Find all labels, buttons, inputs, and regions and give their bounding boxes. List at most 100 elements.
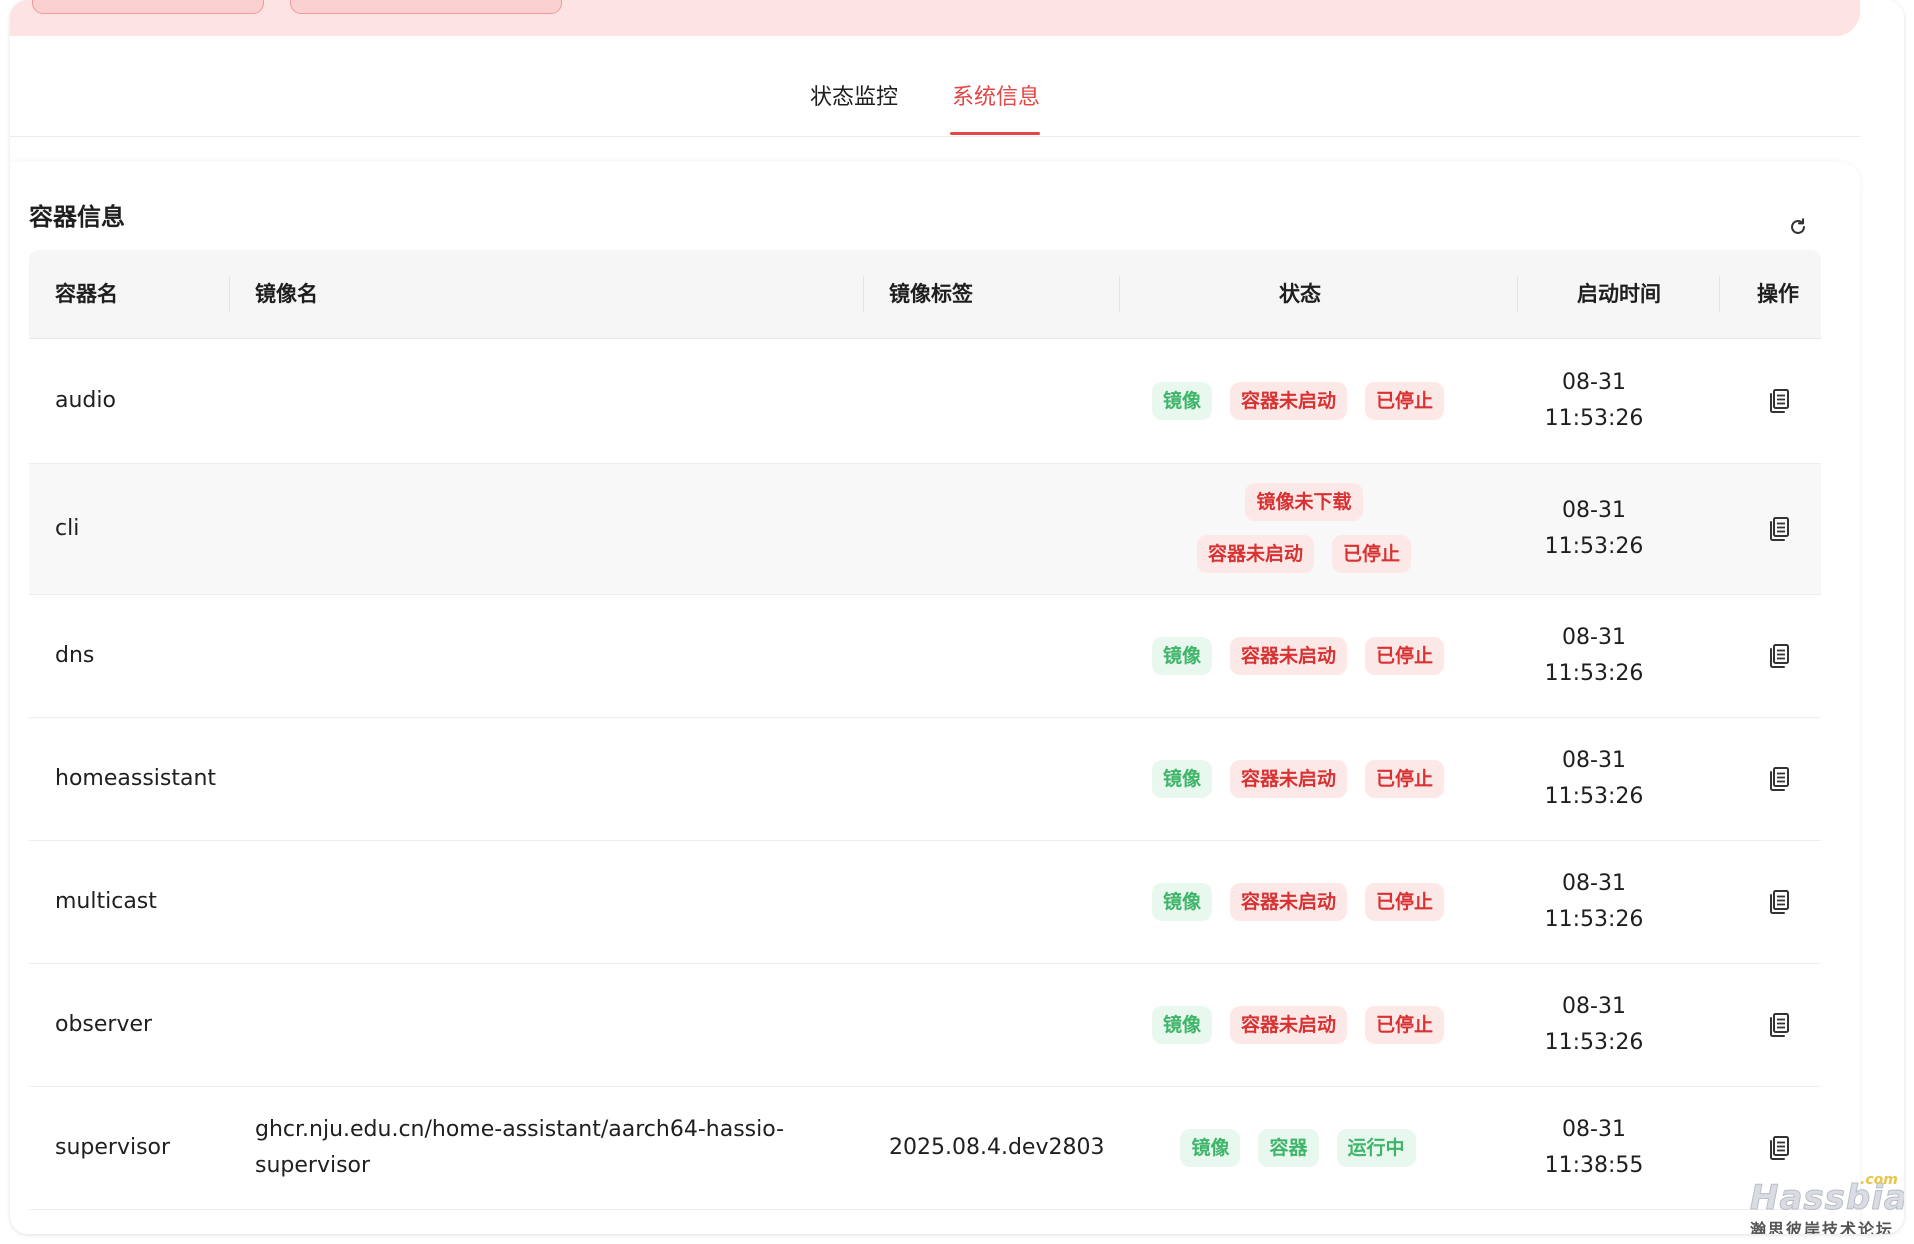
status-badges: 镜像 容器未启动 已停止	[1124, 883, 1472, 921]
container-table: 容器名 镜像名 镜像标签 状态 启动时间 操作 audio 镜像 容器未启动 已停止 0…	[29, 250, 1821, 1210]
header-separator	[1719, 276, 1720, 312]
status-badge: 容器未启动	[1196, 535, 1314, 573]
header-separator	[229, 276, 230, 312]
header-separator	[863, 276, 864, 312]
container-name: observer	[55, 1012, 153, 1037]
start-date: 08-31	[1562, 1117, 1626, 1142]
start-time: 08-31 11:53:26	[1544, 620, 1644, 692]
table-row: cli 镜像未下载容器未启动 已停止 08-31 11:53:26	[29, 464, 1821, 595]
top-banner	[10, 0, 1860, 36]
container-info-card: 容器信息 容器名 镜像名 镜像标签 状态 启动时间 操作 audio 镜像 容器未启…	[10, 162, 1860, 1234]
container-name: homeassistant	[55, 766, 217, 791]
status-badge: 已停止	[1332, 535, 1412, 573]
header-separator	[1517, 276, 1518, 312]
status-badge: 已停止	[1365, 760, 1445, 798]
status-badge: 已停止	[1365, 883, 1445, 921]
table-row: supervisor ghcr.nju.edu.cn/home-assistant…	[29, 1087, 1821, 1210]
document-icon[interactable]	[1767, 516, 1791, 542]
header-image-name: 镜像名	[255, 282, 318, 306]
header-image-tag: 镜像标签	[889, 282, 973, 306]
header-separator	[1119, 276, 1120, 312]
start-date: 08-31	[1562, 748, 1626, 773]
start-clock: 11:53:26	[1544, 534, 1644, 559]
document-icon[interactable]	[1767, 388, 1791, 414]
start-date: 08-31	[1562, 994, 1626, 1019]
table-header: 容器名 镜像名 镜像标签 状态 启动时间 操作	[29, 250, 1821, 339]
status-badge: 镜像	[1151, 883, 1212, 921]
start-time: 08-31 11:53:26	[1544, 493, 1644, 565]
start-clock: 11:53:26	[1544, 907, 1644, 932]
table-row: dns 镜像 容器未启动 已停止 08-31 11:53:26	[29, 595, 1821, 718]
status-badge: 已停止	[1365, 1006, 1445, 1044]
document-icon[interactable]	[1767, 889, 1791, 915]
tab-bar: 状态监控 系统信息	[10, 36, 1860, 137]
container-name: supervisor	[55, 1135, 171, 1160]
status-badge: 运行中	[1336, 1129, 1416, 1167]
container-name: audio	[55, 388, 116, 413]
status-badge: 容器	[1258, 1129, 1319, 1167]
container-name: dns	[55, 643, 95, 668]
status-badges: 镜像未下载容器未启动 已停止	[1194, 483, 1414, 573]
start-time: 08-31 11:53:26	[1544, 743, 1644, 815]
watermark-suffix: .com	[1860, 1172, 1898, 1188]
refresh-icon[interactable]	[1787, 216, 1809, 238]
start-time: 08-31 11:53:26	[1544, 365, 1644, 437]
status-badge: 容器未启动	[1229, 382, 1347, 420]
status-badge: 容器未启动	[1229, 1006, 1347, 1044]
app-window: 状态监控 系统信息 容器信息 容器名 镜像名 镜像标签 状态 启动时间 操作 a…	[10, 0, 1904, 1234]
start-date: 08-31	[1562, 871, 1626, 896]
status-badge: 镜像	[1180, 1129, 1241, 1167]
header-actions: 操作	[1757, 282, 1799, 306]
status-badge: 镜像	[1151, 637, 1212, 675]
watermark-subtitle: 瀚思彼岸技术论坛	[1750, 1220, 1895, 1234]
start-time: 08-31 11:38:55	[1544, 1112, 1644, 1184]
start-clock: 11:53:26	[1544, 661, 1644, 686]
status-badge: 镜像	[1151, 382, 1212, 420]
start-date: 08-31	[1562, 370, 1626, 395]
start-clock: 11:38:55	[1544, 1153, 1644, 1178]
document-icon[interactable]	[1767, 1135, 1791, 1161]
status-badge: 镜像	[1151, 760, 1212, 798]
status-badge: 容器未启动	[1229, 637, 1347, 675]
image-name: ghcr.nju.edu.cn/home-assistant/aarch64-h…	[255, 1117, 785, 1178]
status-badge: 容器未启动	[1229, 883, 1347, 921]
tab-status-monitor[interactable]: 状态监控	[810, 84, 898, 112]
table-row: audio 镜像 容器未启动 已停止 08-31 11:53:26	[29, 339, 1821, 464]
status-badges: 镜像 容器 运行中	[1124, 1129, 1472, 1167]
container-name: cli	[55, 516, 80, 541]
start-clock: 11:53:26	[1544, 1030, 1644, 1055]
status-badge: 容器未启动	[1229, 760, 1347, 798]
status-badges: 镜像 容器未启动 已停止	[1124, 382, 1472, 420]
status-badge: 镜像	[1151, 1006, 1212, 1044]
status-badges: 镜像 容器未启动 已停止	[1124, 1006, 1472, 1044]
document-icon[interactable]	[1767, 643, 1791, 669]
start-clock: 11:53:26	[1544, 784, 1644, 809]
start-time: 08-31 11:53:26	[1544, 866, 1644, 938]
watermark: Hassbian .com 瀚思彼岸技术论坛	[1748, 1168, 1904, 1234]
table-row: homeassistant 镜像 容器未启动 已停止 08-31 11:53:26	[29, 718, 1821, 841]
active-tab-indicator	[950, 132, 1040, 135]
start-time: 08-31 11:53:26	[1544, 989, 1644, 1061]
banner-button-right[interactable]	[290, 0, 562, 14]
header-start-time: 启动时间	[1577, 282, 1661, 306]
container-name: multicast	[55, 889, 157, 914]
table-body: audio 镜像 容器未启动 已停止 08-31 11:53:26 cli 镜像未下载 容器未启…	[29, 339, 1821, 1210]
status-badge: 已停止	[1365, 637, 1445, 675]
start-date: 08-31	[1562, 498, 1626, 523]
header-status: 状态	[1279, 282, 1321, 306]
document-icon[interactable]	[1767, 1012, 1791, 1038]
image-tag: 2025.08.4.dev2803	[889, 1135, 1105, 1160]
tab-system-info[interactable]: 系统信息	[952, 84, 1040, 112]
start-clock: 11:53:26	[1544, 406, 1644, 431]
banner-button-left[interactable]	[32, 0, 264, 14]
status-badges: 镜像 容器未启动 已停止	[1124, 637, 1472, 675]
section-title: 容器信息	[29, 203, 125, 231]
table-row: observer 镜像 容器未启动 已停止 08-31 11:53:26	[29, 964, 1821, 1087]
status-badges: 镜像 容器未启动 已停止	[1124, 760, 1472, 798]
start-date: 08-31	[1562, 625, 1626, 650]
header-container-name: 容器名	[55, 282, 118, 306]
document-icon[interactable]	[1767, 766, 1791, 792]
status-badge: 已停止	[1365, 382, 1445, 420]
status-badge: 镜像未下载	[1245, 483, 1363, 521]
table-row: multicast 镜像 容器未启动 已停止 08-31 11:53:26	[29, 841, 1821, 964]
